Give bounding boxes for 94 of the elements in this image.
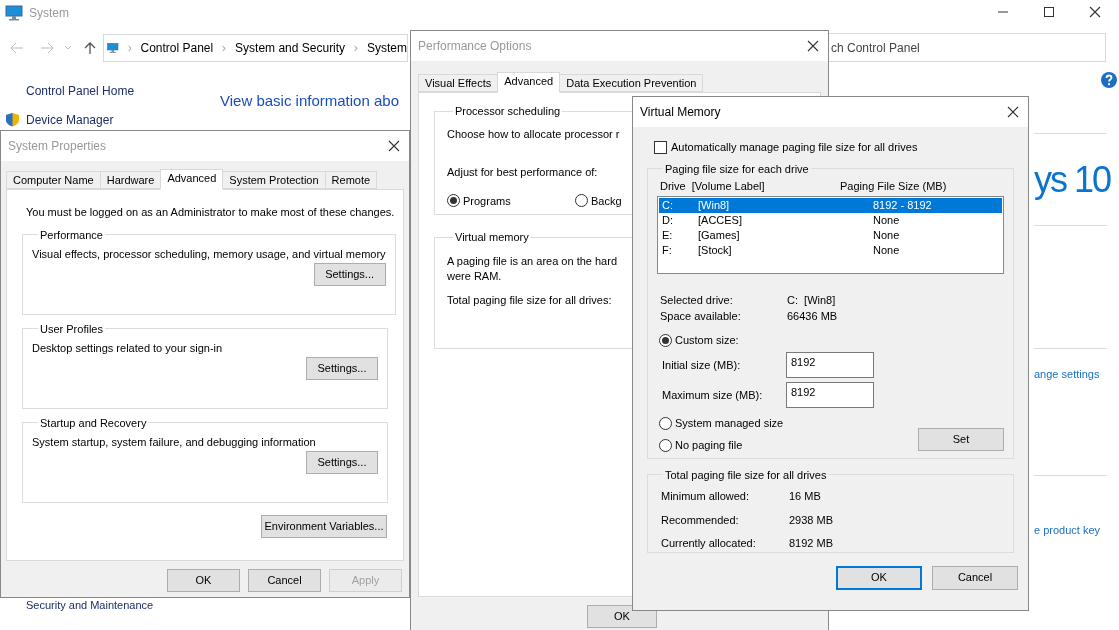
button[interactable]: Settings...: [313, 262, 386, 286]
button[interactable]: Settings...: [306, 450, 378, 474]
up-arrow-icon[interactable]: [84, 41, 96, 55]
group-description: Choose how to allocate processor r: [447, 126, 620, 142]
text-field[interactable]: 8192: [786, 352, 874, 378]
field-label: Initial size (MB):: [662, 357, 742, 373]
tab[interactable]: Advanced: [497, 72, 561, 93]
breadcrumb-item[interactable]: Control Panel: [140, 39, 214, 57]
see-also-link[interactable]: Security and Maintenance: [26, 597, 154, 614]
group-title: User Profiles: [39, 321, 104, 337]
shield-icon: [5, 112, 20, 127]
field-value: 16 MB: [789, 489, 821, 504]
sidebar-link[interactable]: Control Panel Home: [26, 84, 135, 98]
total-label: Total paging file size for all drives:: [447, 292, 612, 308]
maximize-icon[interactable]: [1043, 6, 1055, 18]
close-icon[interactable]: [807, 40, 819, 52]
tab[interactable]: Data Execution Prevention: [559, 74, 704, 92]
field-value: 2938 MB: [789, 512, 834, 528]
checkbox-icon[interactable]: [654, 140, 667, 154]
list-row[interactable]: E: [Games] None: [659, 228, 1002, 243]
group-title: Paging file size for each drive: [664, 161, 810, 177]
group-description: Visual effects, processor scheduling, memory usage, and virtual memory: [32, 247, 386, 262]
radio-button[interactable]: Custom size:: [659, 331, 739, 349]
sidebar-link[interactable]: Device Manager: [26, 112, 114, 127]
search-field[interactable]: ch Control Panel: [829, 33, 1106, 62]
monitor-icon: [5, 5, 23, 21]
text-field[interactable]: 8192: [786, 382, 874, 408]
group-title: Performance: [39, 227, 104, 243]
radio-button[interactable]: System managed size: [659, 414, 784, 432]
checkbox[interactable]: Automatically manage paging file size for all drives: [654, 139, 918, 156]
group-title: Total paging file size for all drives: [664, 467, 828, 483]
link[interactable]: e product key: [1034, 522, 1101, 539]
chevron-icon: [127, 43, 132, 53]
column-header: Paging File Size (MB): [840, 179, 947, 192]
dialog-title: Performance Options: [418, 38, 532, 55]
field-label: Selected drive:: [660, 292, 734, 308]
radio-icon[interactable]: [659, 416, 672, 430]
field-label: Currently allocated:: [661, 536, 757, 551]
field-label: Minimum allowed:: [661, 489, 751, 504]
button[interactable]: Set: [918, 427, 1004, 451]
breadcrumb-item[interactable]: System: [367, 39, 407, 57]
close-icon[interactable]: [388, 140, 400, 152]
chevron-icon: [354, 43, 358, 53]
dialog-title: Virtual Memory: [640, 104, 721, 121]
tab[interactable]: Hardware: [99, 171, 162, 189]
group-description: A paging file is an area on the hard were RAM.: [447, 253, 617, 284]
radio-icon[interactable]: [575, 194, 588, 208]
windows-logo-text: ys 10: [1034, 158, 1111, 202]
field-label: Space available:: [660, 308, 742, 324]
tab[interactable]: System Protection: [222, 171, 326, 189]
radio-button[interactable]: No paging file: [659, 436, 743, 454]
group-title: Startup and Recovery: [39, 415, 148, 431]
button[interactable]: Settings...: [306, 356, 378, 380]
monitor-icon: [107, 40, 119, 56]
list-row[interactable]: F: [Stock] None: [659, 243, 1002, 258]
dialog-title: System Properties: [8, 138, 107, 155]
radio-icon[interactable]: [659, 438, 672, 452]
window-title: System: [29, 5, 69, 22]
radio-button[interactable]: Programs: [447, 192, 511, 209]
close-icon[interactable]: [1007, 106, 1019, 118]
tab[interactable]: Remote: [324, 171, 378, 189]
button[interactable]: Cancel: [932, 565, 1018, 590]
close-icon[interactable]: [1089, 6, 1101, 18]
group-title: Processor scheduling: [454, 104, 562, 119]
tab[interactable]: Advanced: [160, 169, 224, 190]
adjust-label: Adjust for best performance of:: [447, 165, 598, 180]
list-row[interactable]: D: [ACCES] None: [659, 213, 1002, 228]
column-header: Drive [Volume Label]: [660, 179, 766, 192]
field-label: Recommended:: [661, 512, 740, 528]
tab[interactable]: Visual Effects: [418, 74, 499, 92]
field-label: Maximum size (MB):: [662, 387, 764, 403]
radio-button[interactable]: Backg: [575, 192, 622, 209]
group-description: Desktop settings related to your sign-in: [32, 341, 223, 356]
field-value: 66436 MB: [787, 308, 838, 324]
radio-icon[interactable]: [659, 333, 672, 347]
button[interactable]: OK: [167, 569, 240, 592]
field-value: C: [Win8]: [787, 292, 836, 308]
breadcrumb-item[interactable]: System and Security: [235, 39, 346, 57]
radio-icon[interactable]: [447, 194, 460, 208]
page-heading: View basic information abo: [220, 91, 399, 111]
group-description: System startup, system failure, and debugging information: [32, 435, 316, 450]
button[interactable]: Cancel: [248, 569, 321, 592]
help-icon[interactable]: [1101, 72, 1117, 88]
address-bar[interactable]: Control Panel System and Security System: [103, 34, 408, 62]
button[interactable]: OK: [836, 565, 922, 590]
button[interactable]: Environment Variables...: [261, 514, 387, 538]
field-value: 8192 MB: [789, 536, 834, 551]
chevron-icon: [222, 43, 227, 53]
notice-text: You must be logged on as an Administrator to make most of these changes.: [26, 205, 395, 220]
button[interactable]: OK: [587, 605, 657, 628]
group-title: Virtual memory: [454, 230, 530, 245]
tab[interactable]: Computer Name: [6, 171, 101, 189]
list-row[interactable]: C: [Win8] 8192 - 8192: [659, 198, 1002, 213]
link[interactable]: ange settings: [1034, 366, 1100, 383]
